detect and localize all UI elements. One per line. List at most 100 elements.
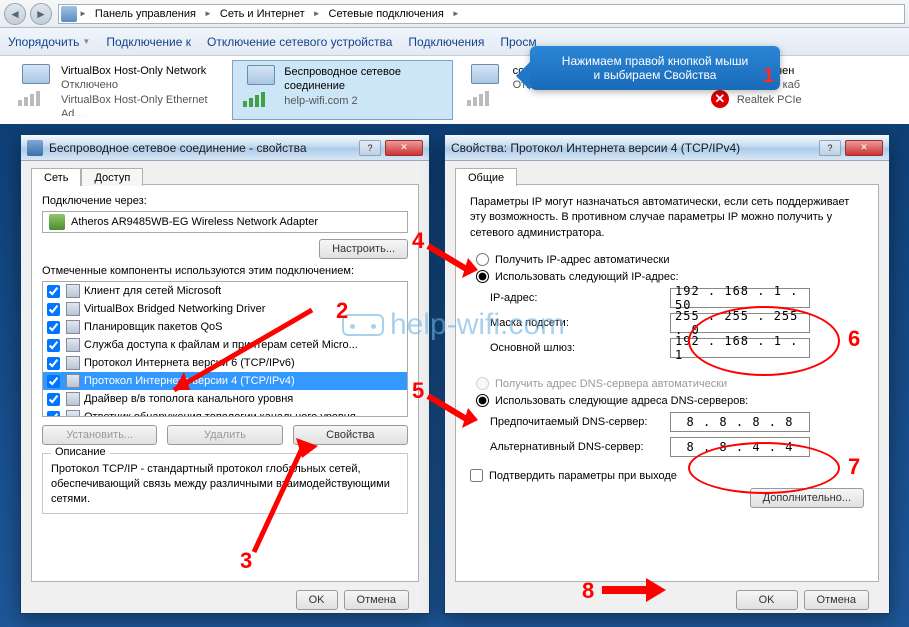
annotation-4: 4 — [412, 228, 424, 254]
control-panel-icon — [61, 6, 77, 22]
radio-dns-auto: Получить адрес DNS-сервера автоматически — [476, 377, 864, 390]
ok-button[interactable]: OK — [736, 590, 798, 610]
titlebar[interactable]: Беспроводное сетевое соединение - свойст… — [21, 135, 429, 161]
checkbox[interactable] — [47, 303, 60, 316]
conn-device: VirtualBox Host-Only Ethernet Ad... — [61, 93, 220, 116]
red-oval-dns — [688, 442, 840, 494]
tab-sharing[interactable]: Доступ — [81, 168, 143, 186]
arrow-8-icon — [602, 578, 668, 602]
tb-rename[interactable]: Подключения — [408, 35, 484, 49]
conn-status: Отключено — [61, 78, 220, 92]
list-item[interactable]: Ответчик обнаружения топологии канальног… — [43, 408, 407, 417]
annotation-3: 3 — [240, 548, 252, 574]
conn-name: VirtualBox Host-Only Network — [61, 64, 220, 78]
tb-organize[interactable]: Упорядочить ▼ — [8, 35, 90, 49]
ok-button[interactable]: OK — [296, 590, 338, 610]
annotation-2: 2 — [336, 298, 348, 324]
nav-arrows: ◄ ► — [4, 3, 52, 25]
install-button[interactable]: Установить... — [42, 425, 157, 445]
cancel-button[interactable]: Отмена — [804, 590, 869, 610]
component-icon — [66, 410, 80, 417]
back-button[interactable]: ◄ — [4, 3, 26, 25]
chevron-right-icon: ► — [204, 9, 212, 18]
label-gateway: Основной шлюз: — [490, 342, 670, 354]
checkbox[interactable] — [47, 285, 60, 298]
checkbox[interactable] — [47, 375, 60, 388]
checkbox[interactable] — [47, 411, 60, 418]
checkbox[interactable] — [47, 321, 60, 334]
arrow-5-icon — [424, 390, 480, 430]
disconnected-icon: ✕ — [711, 90, 729, 108]
forward-button[interactable]: ► — [30, 3, 52, 25]
tab-network[interactable]: Сеть — [31, 168, 81, 186]
bc-control-panel[interactable]: Панель управления — [89, 5, 202, 23]
input-dns1[interactable]: 8 . 8 . 8 . 8 — [670, 412, 810, 432]
checkbox[interactable] — [47, 339, 60, 352]
tb-view[interactable]: Просм — [500, 35, 536, 49]
annotation-5: 5 — [412, 378, 424, 404]
ipv4-description: Параметры IP могут назначаться автоматич… — [470, 195, 864, 241]
annotation-1: 1 — [763, 65, 774, 88]
tb-connect[interactable]: Подключение к — [106, 35, 191, 49]
network-adapter-icon — [465, 64, 507, 106]
label-dns2: Альтернативный DNS-сервер: — [490, 441, 670, 453]
arrow-2-icon — [172, 300, 342, 400]
input-ip[interactable]: 192 . 168 . 1 . 50 — [670, 288, 810, 308]
close-button[interactable]: ✕ — [385, 140, 423, 156]
chevron-down-icon: ▼ — [82, 37, 90, 46]
conn-name: Беспроводное сетевое соединение — [284, 65, 443, 94]
radio-ip-auto[interactable]: Получить IP-адрес автоматически — [476, 253, 864, 266]
description-title: Описание — [51, 446, 110, 458]
conn-ssid: help-wifi.com 2 — [284, 94, 443, 108]
label-mask: Маска подсети: — [490, 317, 670, 329]
label-ip: IP-адрес: — [490, 292, 670, 304]
radio-ip-manual[interactable]: Использовать следующий IP-адрес: — [476, 270, 864, 283]
adapter-icon — [49, 214, 65, 230]
component-icon — [66, 320, 80, 334]
configure-button[interactable]: Настроить... — [319, 239, 408, 259]
annotation-6: 6 — [848, 326, 860, 352]
checkbox[interactable] — [47, 357, 60, 370]
tooltip-line1: Нажимаем правой кнопкой мыши — [540, 54, 770, 68]
adapter-name: Atheros AR9485WB-EG Wireless Network Ada… — [71, 216, 318, 228]
chevron-right-icon: ► — [79, 9, 87, 18]
chevron-right-icon: ► — [313, 9, 321, 18]
component-icon — [66, 374, 80, 388]
adapter-field: Atheros AR9485WB-EG Wireless Network Ada… — [42, 211, 408, 233]
annotation-7: 7 — [848, 454, 860, 480]
tb-disable[interactable]: Отключение сетевого устройства — [207, 35, 392, 49]
wireless-icon — [27, 140, 43, 156]
component-icon — [66, 284, 80, 298]
label-dns1: Предпочитаемый DNS-сервер: — [490, 416, 670, 428]
description-text: Протокол TCP/IP - стандартный протокол г… — [51, 462, 399, 507]
breadcrumb[interactable]: ► Панель управления ► Сеть и Интернет ► … — [58, 4, 905, 24]
annotation-8: 8 — [582, 578, 594, 604]
label-connect-using: Подключение через: — [42, 195, 408, 207]
description-group: Описание Протокол TCP/IP - стандартный п… — [42, 453, 408, 514]
component-icon — [66, 356, 80, 370]
titlebar[interactable]: Свойства: Протокол Интернета версии 4 (T… — [445, 135, 889, 161]
cancel-button[interactable]: Отмена — [344, 590, 409, 610]
dialog-title: Свойства: Протокол Интернета версии 4 (T… — [451, 141, 740, 155]
conn-virtualbox[interactable]: VirtualBox Host-Only Network Отключено V… — [8, 60, 228, 120]
conn-device: Realtek PCIe — [737, 93, 802, 107]
label-components: Отмеченные компоненты используются этим … — [42, 265, 408, 277]
close-button[interactable]: ✕ — [845, 140, 883, 156]
address-bar: ◄ ► ► Панель управления ► Сеть и Интерне… — [0, 0, 909, 28]
help-button[interactable]: ? — [359, 140, 381, 156]
tab-general[interactable]: Общие — [455, 168, 517, 186]
network-adapter-icon — [16, 64, 55, 106]
tooltip-line2: и выбираем Свойства — [540, 68, 770, 82]
list-item[interactable]: Клиент для сетей Microsoft — [43, 282, 407, 300]
arrow-4-icon — [424, 240, 480, 280]
tooltip-instruction: Нажимаем правой кнопкой мыши и выбираем … — [530, 46, 780, 90]
checkbox[interactable] — [47, 393, 60, 406]
wireless-adapter-icon — [241, 65, 278, 107]
bc-network-internet[interactable]: Сеть и Интернет — [214, 5, 311, 23]
red-oval-ip — [688, 306, 840, 376]
component-icon — [66, 338, 80, 352]
radio-dns-manual[interactable]: Использовать следующие адреса DNS-сервер… — [476, 394, 864, 407]
conn-wireless[interactable]: Беспроводное сетевое соединение help-wif… — [232, 60, 452, 120]
bc-network-connections[interactable]: Сетевые подключения — [323, 5, 450, 23]
help-button[interactable]: ? — [819, 140, 841, 156]
